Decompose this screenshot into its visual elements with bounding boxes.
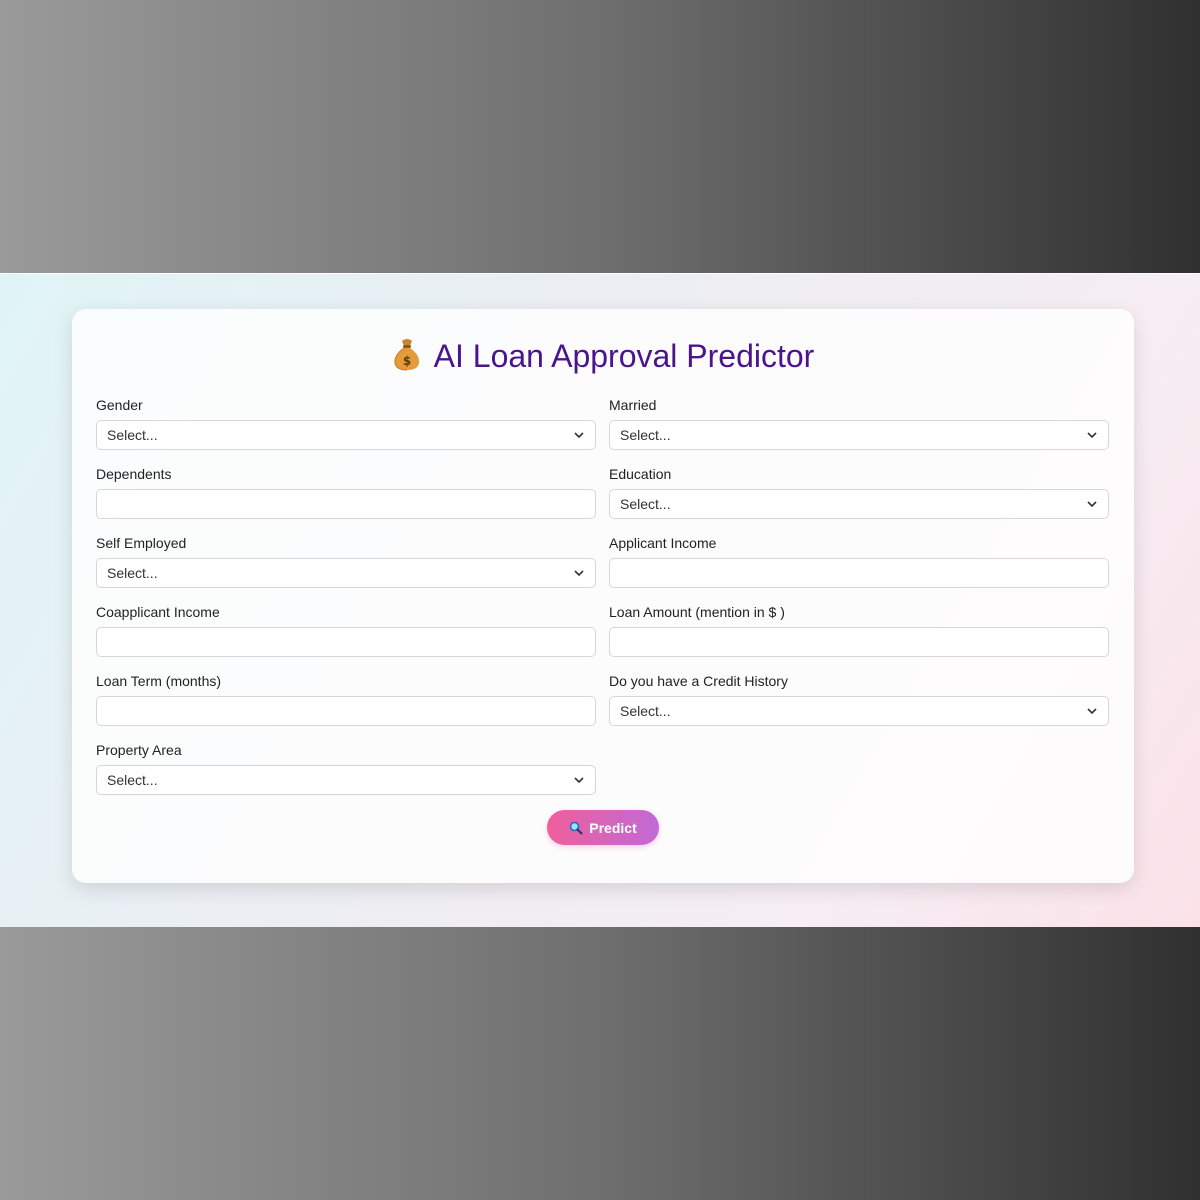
applicant-income-field: Applicant Income (609, 533, 1109, 588)
self-employed-label: Self Employed (96, 535, 187, 551)
married-field: Married Select... (609, 395, 1109, 450)
applicant-income-label: Applicant Income (609, 535, 717, 551)
education-select[interactable]: Select... (609, 489, 1109, 519)
predict-button-label: Predict (589, 819, 637, 836)
background-band-bottom (0, 927, 1200, 1200)
credit-history-label: Do you have a Credit History (609, 673, 788, 689)
property-area-select-value: Select... (107, 772, 158, 788)
page-title: $ AI Loan Approval Predictor (72, 337, 1134, 375)
money-bag-icon: $ (392, 337, 422, 371)
self-employed-field: Self Employed Select... (96, 533, 596, 588)
property-area-select[interactable]: Select... (96, 765, 596, 795)
self-employed-select[interactable]: Select... (96, 558, 596, 588)
background-band-top (0, 0, 1200, 272)
gender-select-value: Select... (107, 427, 158, 443)
form-card: $ AI Loan Approval Predictor Gender Sele… (72, 309, 1134, 883)
chevron-down-icon (1087, 432, 1097, 439)
chevron-down-icon (1087, 501, 1097, 508)
married-select[interactable]: Select... (609, 420, 1109, 450)
married-label: Married (609, 397, 657, 413)
chevron-down-icon (574, 777, 584, 784)
dependents-field: Dependents (96, 464, 596, 519)
loan-term-input[interactable] (96, 696, 596, 726)
loan-amount-label: Loan Amount (mention in $ ) (609, 604, 785, 620)
chevron-down-icon (1087, 708, 1097, 715)
credit-history-field: Do you have a Credit History Select... (609, 671, 1109, 726)
svg-text:$: $ (402, 354, 410, 368)
loan-amount-input[interactable] (609, 627, 1109, 657)
property-area-field: Property Area Select... (96, 740, 596, 795)
property-area-label: Property Area (96, 742, 182, 758)
predict-button[interactable]: Predict (547, 810, 659, 845)
magnifier-icon (569, 821, 583, 834)
loan-term-field: Loan Term (months) (96, 671, 596, 726)
loan-amount-field: Loan Amount (mention in $ ) (609, 602, 1109, 657)
credit-history-select[interactable]: Select... (609, 696, 1109, 726)
app-viewport: $ AI Loan Approval Predictor Gender Sele… (0, 273, 1200, 927)
education-label: Education (609, 466, 672, 482)
gender-label: Gender (96, 397, 143, 413)
married-select-value: Select... (620, 427, 671, 443)
dependents-input[interactable] (96, 489, 596, 519)
chevron-down-icon (574, 570, 584, 577)
credit-history-select-value: Select... (620, 703, 671, 719)
chevron-down-icon (574, 432, 584, 439)
applicant-income-input[interactable] (609, 558, 1109, 588)
page-title-text: AI Loan Approval Predictor (433, 338, 815, 374)
coapplicant-income-input[interactable] (96, 627, 596, 657)
education-select-value: Select... (620, 496, 671, 512)
coapplicant-income-field: Coapplicant Income (96, 602, 596, 657)
loan-term-label: Loan Term (months) (96, 673, 222, 689)
education-field: Education Select... (609, 464, 1109, 519)
coapplicant-income-label: Coapplicant Income (96, 604, 220, 620)
self-employed-select-value: Select... (107, 565, 158, 581)
gender-select[interactable]: Select... (96, 420, 596, 450)
gender-field: Gender Select... (96, 395, 596, 450)
dependents-label: Dependents (96, 466, 172, 482)
